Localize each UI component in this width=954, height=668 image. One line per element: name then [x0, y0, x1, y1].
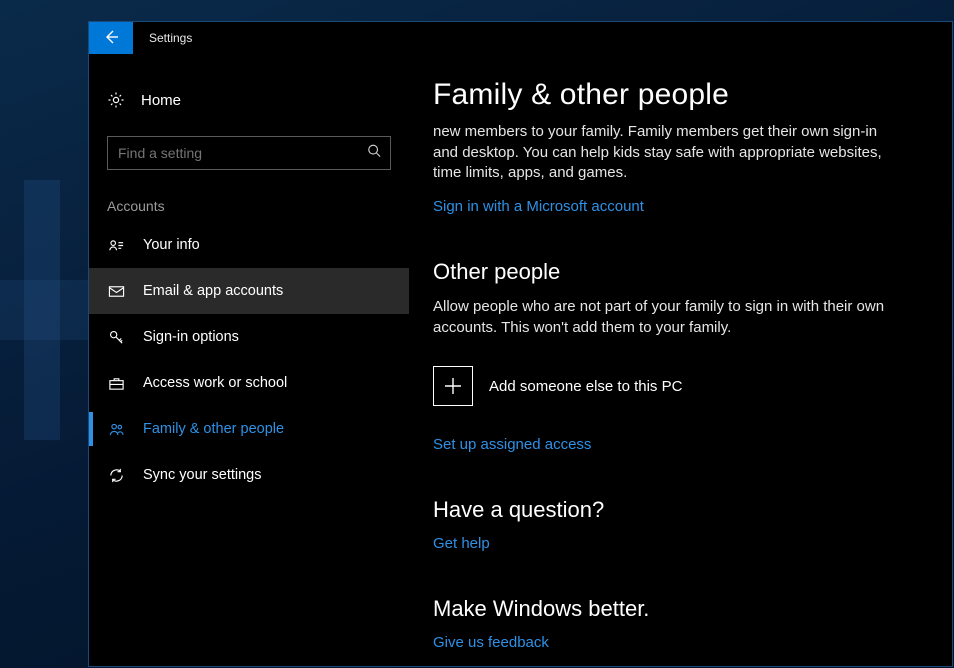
people-icon [107, 421, 125, 438]
family-description: new members to your family. Family membe… [433, 122, 903, 184]
mail-icon [107, 283, 125, 300]
arrow-left-icon [103, 29, 119, 48]
add-someone-button[interactable]: Add someone else to this PC [433, 366, 918, 406]
briefcase-icon [107, 375, 125, 392]
feedback-link[interactable]: Give us feedback [433, 634, 549, 651]
key-icon [107, 329, 125, 346]
sidebar-item-work[interactable]: Access work or school [89, 360, 409, 406]
sidebar: Home Accounts [89, 54, 409, 666]
question-heading: Have a question? [433, 497, 918, 523]
get-help-link[interactable]: Get help [433, 535, 490, 552]
improve-heading: Make Windows better. [433, 596, 918, 622]
sidebar-section-label: Accounts [89, 176, 409, 222]
sync-icon [107, 467, 125, 484]
sidebar-item-signin[interactable]: Sign-in options [89, 314, 409, 360]
plus-icon [433, 366, 473, 406]
add-someone-label: Add someone else to this PC [489, 378, 682, 395]
sidebar-item-label: Email & app accounts [143, 283, 283, 299]
sidebar-item-your-info[interactable]: Your info [89, 222, 409, 268]
gear-icon [107, 91, 125, 109]
search-input[interactable] [107, 136, 391, 170]
person-card-icon [107, 237, 125, 254]
settings-window: Settings Home [88, 21, 953, 667]
sidebar-item-label: Sync your settings [143, 467, 261, 483]
other-people-heading: Other people [433, 259, 918, 285]
sidebar-item-label: Access work or school [143, 375, 287, 391]
sidebar-item-sync[interactable]: Sync your settings [89, 452, 409, 498]
sidebar-item-email[interactable]: Email & app accounts [89, 268, 409, 314]
window-title: Settings [133, 31, 192, 45]
sidebar-item-family[interactable]: Family & other people [89, 406, 409, 452]
page-title: Family & other people [433, 78, 918, 112]
titlebar: Settings [89, 22, 952, 54]
content-pane: Family & other people new members to you… [409, 54, 952, 666]
search-wrap [107, 136, 391, 170]
assigned-access-link[interactable]: Set up assigned access [433, 436, 591, 453]
other-people-description: Allow people who are not part of your fa… [433, 297, 903, 338]
signin-link[interactable]: Sign in with a Microsoft account [433, 198, 644, 215]
sidebar-item-label: Your info [143, 237, 200, 253]
sidebar-item-label: Family & other people [143, 421, 284, 437]
sidebar-home[interactable]: Home [89, 78, 409, 122]
sidebar-item-label: Sign-in options [143, 329, 239, 345]
back-button[interactable] [89, 22, 133, 54]
home-label: Home [141, 92, 181, 109]
